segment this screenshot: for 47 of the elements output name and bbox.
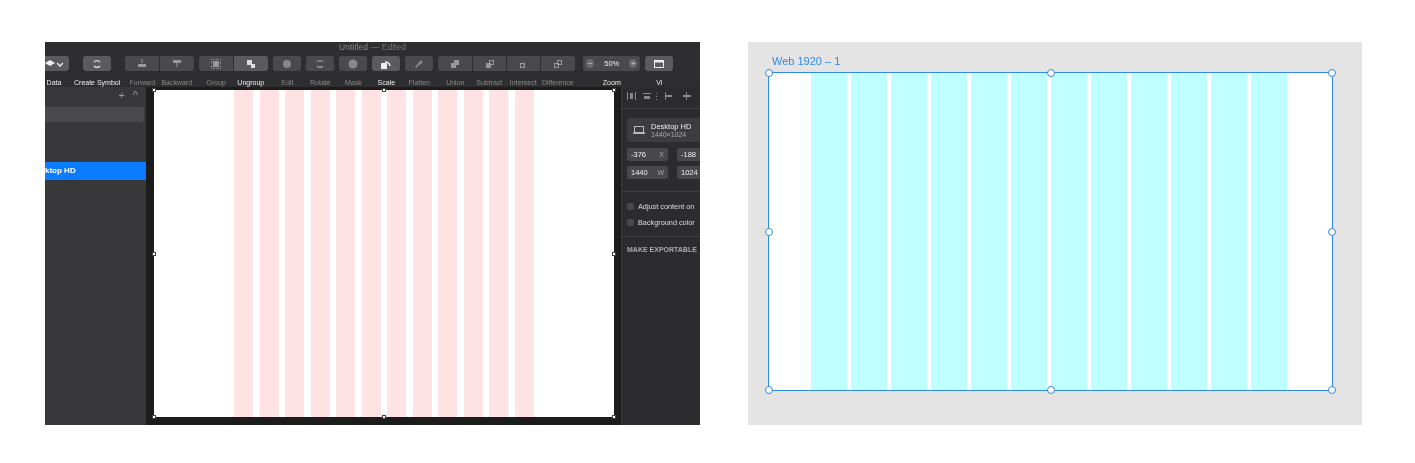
squares-icon xyxy=(450,58,461,69)
layers-icon xyxy=(172,59,183,68)
resize-handle[interactable] xyxy=(1328,386,1336,394)
resize-handle[interactable] xyxy=(1328,69,1336,77)
layers-icon xyxy=(137,59,148,68)
circle-icon xyxy=(348,58,359,69)
circular-arrows-icon xyxy=(315,58,326,69)
circle-icon xyxy=(282,58,293,69)
pen-icon xyxy=(414,58,425,69)
resize-handle[interactable] xyxy=(1046,69,1055,77)
resize-handle[interactable] xyxy=(1046,386,1055,394)
stack-icon xyxy=(45,58,63,69)
squares-icon xyxy=(553,58,564,69)
toolbar-button[interactable] xyxy=(645,56,674,71)
squares-icon xyxy=(246,58,257,69)
collapse-button[interactable]: ^ xyxy=(132,90,138,102)
resize-handle[interactable] xyxy=(765,227,773,236)
zoom-in-button[interactable]: + xyxy=(629,59,638,68)
window-status: — Edited xyxy=(370,42,406,52)
toolbar-button[interactable] xyxy=(372,56,401,71)
window-title: Untitled xyxy=(339,42,368,52)
window-icon xyxy=(654,59,665,68)
toolbar-button[interactable] xyxy=(45,56,69,71)
zoom-out-button[interactable]: − xyxy=(586,59,595,68)
resize-handle[interactable] xyxy=(612,415,616,419)
circular-arrows-icon xyxy=(92,58,103,69)
square-icon xyxy=(211,58,222,69)
checkbox[interactable] xyxy=(627,218,634,226)
checkbox[interactable] xyxy=(627,202,634,210)
resize-handle[interactable] xyxy=(612,88,616,92)
layer-item[interactable]: ktop HD xyxy=(45,162,146,180)
resize-handle[interactable] xyxy=(382,88,386,92)
search-field[interactable] xyxy=(45,107,144,122)
resize-handle[interactable] xyxy=(152,88,156,92)
resize-handle[interactable] xyxy=(765,386,773,394)
resize-handle[interactable] xyxy=(382,415,386,419)
resize-handle[interactable] xyxy=(765,69,773,77)
laptop-icon xyxy=(633,126,645,134)
toolbar-button[interactable] xyxy=(234,56,269,71)
resize-handle[interactable] xyxy=(152,251,156,256)
toolbar-button[interactable] xyxy=(83,56,112,71)
add-button[interactable]: + xyxy=(118,90,125,102)
resize-handle[interactable] xyxy=(612,251,616,256)
squares-icon xyxy=(484,58,495,69)
resize-handle[interactable] xyxy=(1328,227,1336,236)
scale-icon xyxy=(381,58,392,69)
resize-handle[interactable] xyxy=(152,415,156,419)
